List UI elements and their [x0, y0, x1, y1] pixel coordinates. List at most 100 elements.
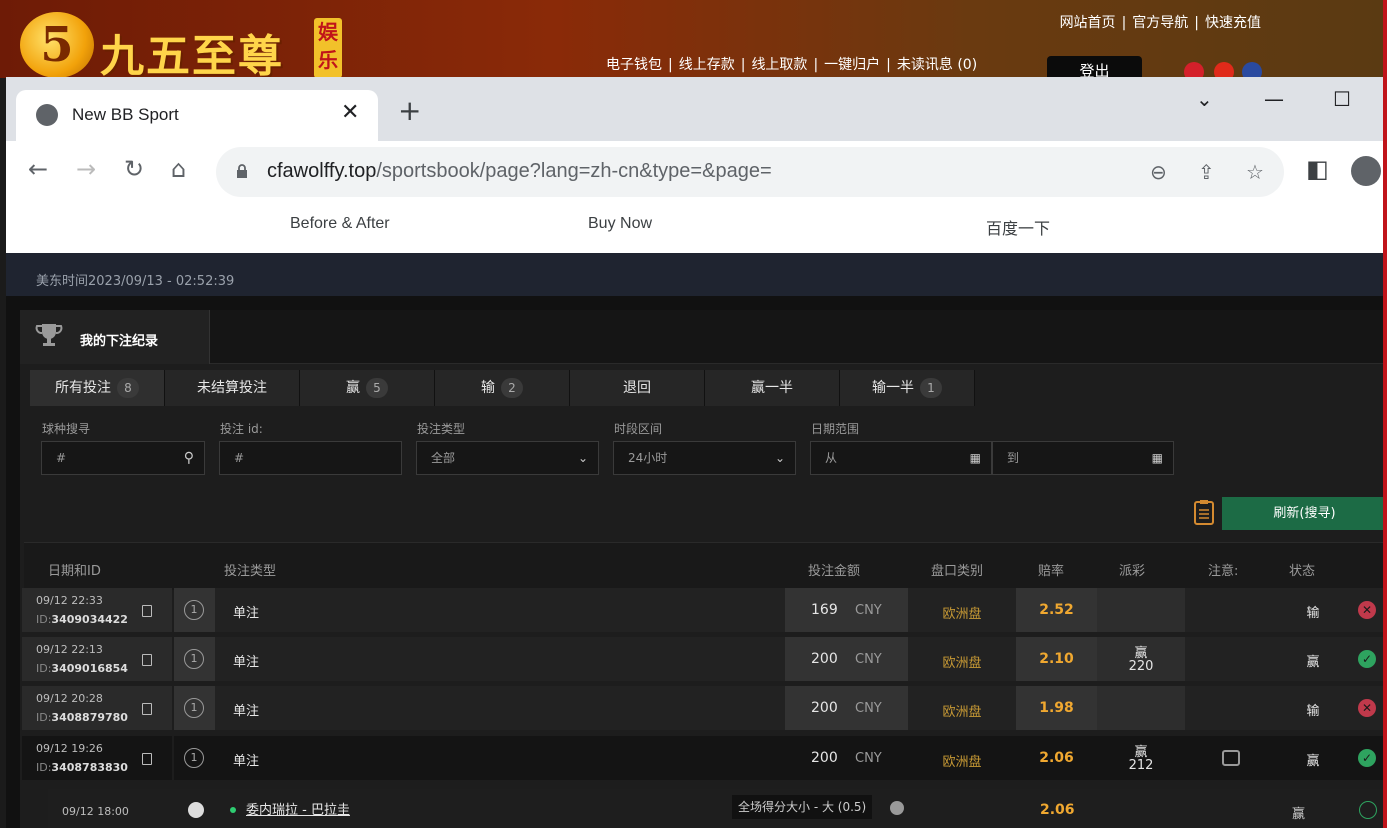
market-category: 欧洲盘: [942, 755, 982, 770]
site-logo-text: 九五至尊: [100, 31, 284, 82]
calendar-icon[interactable]: ▦: [970, 442, 981, 474]
bookmark-before-after[interactable]: Before & After: [290, 215, 390, 233]
count-badge: 1: [920, 378, 942, 398]
share-icon[interactable]: ⇪: [1198, 160, 1215, 184]
window-edge: [1383, 0, 1387, 828]
maximize-icon[interactable]: ☐: [1333, 87, 1351, 111]
bookmarks-bar: Before & After Buy Now 百度一下: [6, 203, 1387, 253]
col-amount: 投注金额: [808, 564, 861, 579]
col-bet-type: 投注类型: [224, 564, 277, 579]
minimize-icon[interactable]: —: [1264, 87, 1284, 111]
bet-detail-row[interactable]: 09/12 18:00 委内瑞拉 - 巴拉圭 全场得分大小 - 大 (0.5) …: [48, 789, 1387, 828]
market-tooltip: 全场得分大小 - 大 (0.5): [732, 795, 873, 819]
cell-amount: 200 CNY: [785, 686, 908, 730]
tab-half-lose[interactable]: 输一半 1: [840, 370, 975, 406]
link-recharge[interactable]: 快速充值: [1205, 15, 1261, 31]
tab-unsettled[interactable]: 未结算投注: [165, 370, 300, 406]
table-row[interactable]: 09/12 22:33 ID:3409034422 1 单注 169 CNY 欧洲…: [20, 588, 1387, 632]
bet-amount: 169: [811, 602, 838, 618]
search-icon[interactable]: ⚲: [184, 442, 194, 474]
browser-tab[interactable]: New BB Sport ✕: [16, 90, 378, 141]
bet-id-input[interactable]: #: [219, 441, 402, 475]
col-date-id: 日期和ID: [48, 564, 101, 579]
detail-odds: 2.06: [1040, 802, 1075, 818]
bet-count-icon: 1: [184, 698, 204, 718]
bet-count-icon: 1: [184, 748, 204, 768]
date-from-input[interactable]: 从 ▦: [810, 441, 992, 475]
win-check-icon: [1359, 801, 1377, 819]
col-payout: 派彩: [1119, 564, 1146, 579]
cell-date-id: 09/12 22:33 ID:3409034422: [22, 588, 172, 632]
link-withdraw[interactable]: 线上取款: [751, 57, 807, 73]
tab-win[interactable]: 赢5: [300, 370, 435, 406]
period-select[interactable]: 24小时 ⌄: [613, 441, 796, 475]
market-category: 欧洲盘: [942, 705, 982, 720]
cell-odds: 2.10: [1016, 637, 1097, 681]
cell-num: 1: [174, 686, 215, 730]
loss-x-icon: ✕: [1358, 601, 1376, 619]
tab-lose[interactable]: 输2: [435, 370, 570, 406]
bet-type: 单注: [233, 704, 260, 719]
bet-type-select[interactable]: 全部 ⌄: [416, 441, 599, 475]
cell-category: 欧洲盘: [908, 686, 1016, 730]
reload-icon[interactable]: ↻: [124, 157, 144, 181]
new-tab-icon[interactable]: +: [398, 97, 421, 125]
tab-all-bets[interactable]: 所有投注 8: [30, 370, 165, 406]
cell-date-id: 09/12 22:13 ID:3409016854: [22, 637, 172, 681]
tab-half-win[interactable]: 赢一半: [705, 370, 840, 406]
cell-amount: 200 CNY: [785, 637, 908, 681]
home-icon[interactable]: ⌂: [171, 157, 186, 181]
side-panel-icon[interactable]: ◧: [1306, 157, 1329, 181]
back-icon[interactable]: ←: [28, 157, 48, 181]
link-messages[interactable]: 未读讯息 (0): [897, 57, 977, 73]
bookmark-star-icon[interactable]: ☆: [1246, 160, 1264, 184]
profile-avatar[interactable]: [1351, 156, 1381, 186]
calendar-icon[interactable]: ▦: [1152, 442, 1163, 474]
cell-type: 单注: [215, 736, 785, 780]
bet-type: 单注: [233, 655, 260, 670]
match-link[interactable]: 委内瑞拉 - 巴拉圭: [246, 799, 350, 818]
zoom-icon[interactable]: ⊖: [1150, 160, 1167, 184]
forward-icon[interactable]: →: [76, 157, 96, 181]
trophy-icon: [35, 324, 63, 346]
period-label: 时段区间: [614, 422, 663, 436]
close-tab-icon[interactable]: ✕: [341, 100, 359, 125]
cell-status: 赢: [1279, 637, 1347, 681]
bet-id: ID:3408879780: [36, 711, 128, 724]
date-to-input[interactable]: 到 ▦: [992, 441, 1174, 475]
copy-icon[interactable]: [142, 703, 152, 715]
copy-icon[interactable]: [142, 654, 152, 666]
table-row[interactable]: 09/12 22:13 ID:3409016854 1 单注 200 CNY 欧洲…: [20, 637, 1387, 681]
info-icon[interactable]: [890, 801, 904, 815]
copy-icon[interactable]: [142, 753, 152, 765]
link-deposit[interactable]: 线上存款: [679, 57, 735, 73]
bookmark-buy-now[interactable]: Buy Now: [588, 215, 652, 233]
status-text: 赢: [1306, 754, 1320, 769]
chevron-down-icon: ⌄: [577, 451, 588, 465]
link-consolidate[interactable]: 一键归户: [824, 57, 880, 73]
loss-x-icon: ✕: [1358, 699, 1376, 717]
currency: CNY: [855, 603, 882, 618]
bookmark-baidu[interactable]: 百度一下: [986, 215, 1050, 239]
refresh-search-button[interactable]: 刷新(搜寻): [1222, 497, 1387, 530]
live-dot-icon: [230, 807, 236, 813]
table-row[interactable]: 09/12 20:28 ID:3408879780 1 单注 200 CNY 欧洲…: [20, 686, 1387, 730]
bet-count-icon: 1: [184, 649, 204, 669]
note-icon[interactable]: [1222, 750, 1240, 766]
col-market: 盘口类别: [931, 564, 984, 579]
link-home[interactable]: 网站首页: [1060, 15, 1116, 31]
win-check-icon: ✓: [1358, 749, 1376, 767]
clipboard-icon[interactable]: [1194, 499, 1214, 525]
cell-status-icon: ✓: [1347, 736, 1387, 780]
table-row[interactable]: 09/12 19:26 ID:3408783830 1 单注 200 CNY 欧洲…: [20, 736, 1387, 780]
link-nav[interactable]: 官方导航: [1132, 15, 1188, 31]
copy-icon[interactable]: [142, 605, 152, 617]
address-bar[interactable]: cfawolffy.top/sportsbook/page?lang=zh-cn…: [216, 147, 1284, 197]
tab-refund[interactable]: 退回: [570, 370, 705, 406]
link-wallet[interactable]: 电子钱包: [606, 57, 662, 73]
sport-search-input[interactable]: # ⚲: [41, 441, 205, 475]
panel-tab[interactable]: 我的下注纪录: [20, 310, 210, 364]
col-odds: 赔率: [1038, 564, 1065, 579]
tab-search-icon[interactable]: ⌄: [1196, 87, 1213, 111]
odds-value: 2.52: [1039, 602, 1074, 618]
